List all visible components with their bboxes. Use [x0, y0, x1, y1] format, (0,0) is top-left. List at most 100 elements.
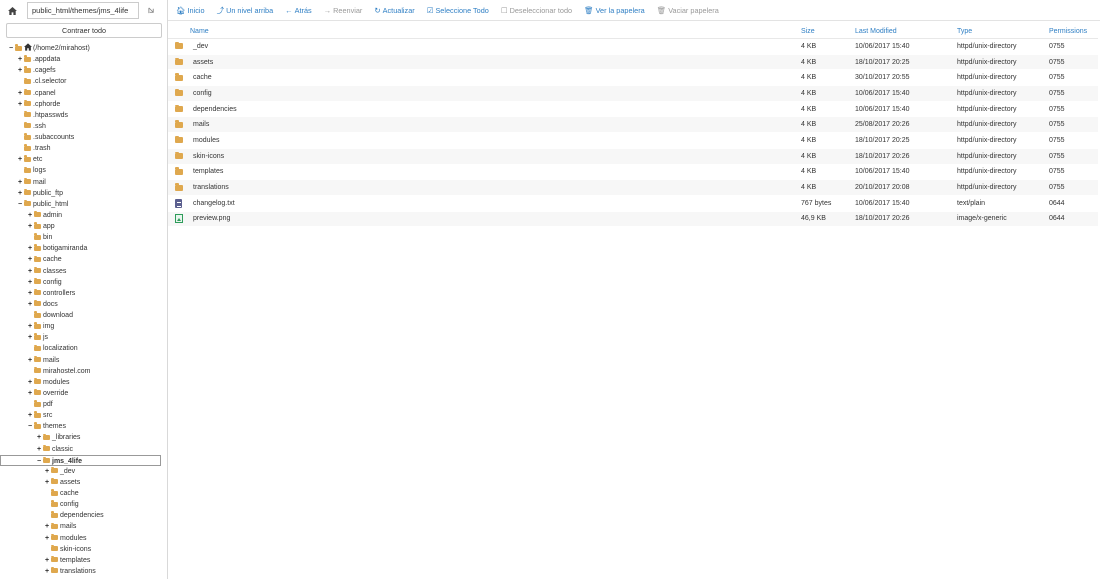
- column-header-type[interactable]: Type: [957, 28, 1049, 35]
- column-header-name[interactable]: Name: [168, 28, 801, 35]
- reload-button[interactable]: ↻ Actualizar: [374, 6, 414, 15]
- column-header-last-modified[interactable]: Last Modified: [855, 28, 957, 35]
- expand-icon[interactable]: +: [17, 188, 23, 199]
- expand-icon[interactable]: +: [27, 210, 33, 221]
- empty-trash-button[interactable]: 🗑︎ Vaciar papelera: [657, 6, 719, 15]
- expand-icon[interactable]: +: [44, 466, 50, 477]
- tree-item[interactable]: .ssh: [0, 121, 168, 132]
- column-header-size[interactable]: Size: [801, 28, 855, 35]
- tree-item[interactable]: cache: [0, 488, 168, 499]
- home-button[interactable]: 🏠︎ Inicio: [176, 6, 205, 15]
- tree-item[interactable]: + admin: [0, 210, 168, 221]
- expand-icon[interactable]: +: [27, 355, 33, 366]
- tree-item[interactable]: + templates: [0, 555, 168, 566]
- table-row[interactable]: preview.png 46,9 KB 18/10/2017 20:26 image/…: [168, 211, 1098, 228]
- tree-item[interactable]: + _dev: [0, 466, 168, 477]
- go-arrow-icon[interactable]: [144, 2, 159, 19]
- tree-item[interactable]: localization: [0, 343, 168, 354]
- expand-icon[interactable]: +: [27, 321, 33, 332]
- table-row[interactable]: modules 4 KB 18/10/2017 20:25 httpd/unix-di…: [168, 133, 1098, 149]
- expand-icon[interactable]: +: [27, 277, 33, 288]
- tree-item[interactable]: + config: [0, 277, 168, 288]
- collapse-icon[interactable]: −: [17, 199, 23, 210]
- collapse-icon[interactable]: −: [8, 43, 14, 54]
- tree-item[interactable]: + app: [0, 221, 168, 232]
- tree-item[interactable]: + src: [0, 410, 168, 421]
- home-icon[interactable]: [4, 2, 21, 19]
- forward-button[interactable]: → Reenviar: [324, 6, 363, 15]
- expand-icon[interactable]: +: [36, 432, 42, 443]
- expand-icon[interactable]: +: [44, 555, 50, 566]
- expand-icon[interactable]: +: [27, 243, 33, 254]
- table-row[interactable]: translations 4 KB 20/10/2017 20:08 httpd/un…: [168, 180, 1098, 196]
- tree-item[interactable]: .trash: [0, 143, 168, 154]
- tree-item[interactable]: + override: [0, 388, 168, 399]
- collapse-icon[interactable]: −: [27, 421, 33, 432]
- tree-item[interactable]: + mails: [0, 355, 168, 366]
- tree-item[interactable]: + mail: [0, 177, 168, 188]
- tree-item[interactable]: + .cphorde: [0, 99, 168, 110]
- expand-icon[interactable]: +: [44, 566, 50, 577]
- expand-icon[interactable]: +: [27, 377, 33, 388]
- tree-item[interactable]: + classic: [0, 444, 168, 455]
- expand-icon[interactable]: +: [27, 332, 33, 343]
- expand-icon[interactable]: +: [27, 388, 33, 399]
- tree-item[interactable]: − jms_4life: [0, 454, 161, 466]
- tree-item[interactable]: + js: [0, 332, 168, 343]
- expand-icon[interactable]: +: [27, 266, 33, 277]
- tree-item[interactable]: logs: [0, 165, 168, 176]
- expand-icon[interactable]: +: [17, 154, 23, 165]
- tree-item[interactable]: mirahostel.com: [0, 366, 168, 377]
- view-trash-button[interactable]: 🗑︎ Ver la papelera: [584, 6, 645, 15]
- expand-icon[interactable]: +: [44, 521, 50, 532]
- tree-item[interactable]: + etc: [0, 154, 168, 165]
- tree-item[interactable]: − (/home2/mirahost): [0, 43, 168, 54]
- tree-item[interactable]: config: [0, 499, 168, 510]
- unselect-all-button[interactable]: ☐ Deseleccionar todo: [501, 6, 572, 15]
- tree-item[interactable]: + modules: [0, 377, 168, 388]
- expand-icon[interactable]: +: [17, 54, 23, 65]
- expand-icon[interactable]: +: [44, 533, 50, 544]
- tree-item[interactable]: + controllers: [0, 288, 168, 299]
- expand-icon[interactable]: +: [27, 410, 33, 421]
- table-row[interactable]: dependencies 4 KB 10/06/2017 15:40 httpd/un…: [168, 102, 1098, 118]
- table-row[interactable]: assets 4 KB 18/10/2017 20:25 httpd/unix-dir…: [168, 54, 1098, 71]
- expand-icon[interactable]: +: [17, 88, 23, 99]
- table-row[interactable]: changelog.txt 767 bytes 10/06/2017 15:40 te…: [168, 196, 1098, 212]
- collapse-all-button[interactable]: Contraer todo: [6, 23, 162, 38]
- expand-icon[interactable]: +: [27, 221, 33, 232]
- tree-item[interactable]: + .appdata: [0, 54, 168, 65]
- tree-item[interactable]: .cl.selector: [0, 76, 168, 87]
- select-all-button[interactable]: ☑ Seleccione Todo: [427, 6, 489, 15]
- expand-icon[interactable]: +: [44, 477, 50, 488]
- tree-item[interactable]: pdf: [0, 399, 168, 410]
- tree-item[interactable]: + cache: [0, 254, 168, 265]
- tree-item[interactable]: bin: [0, 232, 168, 243]
- expand-icon[interactable]: +: [17, 65, 23, 76]
- tree-item[interactable]: + docs: [0, 299, 168, 310]
- tree-item[interactable]: − themes: [0, 421, 168, 432]
- table-row[interactable]: cache 4 KB 30/10/2017 20:55 httpd/unix-dire…: [168, 70, 1098, 87]
- tree-item[interactable]: dependencies: [0, 510, 168, 521]
- expand-icon[interactable]: +: [27, 299, 33, 310]
- expand-icon[interactable]: +: [17, 177, 23, 188]
- expand-icon[interactable]: +: [27, 288, 33, 299]
- tree-item[interactable]: + .cagefs: [0, 65, 168, 76]
- table-row[interactable]: skin-icons 4 KB 18/10/2017 20:26 httpd/unix…: [168, 148, 1098, 165]
- table-row[interactable]: config 4 KB 10/06/2017 15:40 httpd/unix-dir…: [168, 86, 1098, 102]
- tree-item[interactable]: + img: [0, 321, 168, 332]
- table-row[interactable]: templates 4 KB 10/06/2017 15:40 httpd/unix-…: [168, 165, 1098, 181]
- tree-item[interactable]: + mails: [0, 521, 168, 532]
- tree-item[interactable]: − public_html: [0, 199, 168, 210]
- tree-item[interactable]: + modules: [0, 533, 168, 544]
- expand-icon[interactable]: +: [17, 99, 23, 110]
- table-row[interactable]: _dev 4 KB 10/06/2017 15:40 httpd/unix-direc…: [168, 39, 1098, 55]
- tree-item[interactable]: .subaccounts: [0, 132, 168, 143]
- up-one-level-button[interactable]: ⤴ Un nivel arriba: [217, 5, 274, 16]
- table-row[interactable]: mails 4 KB 25/08/2017 20:26 httpd/unix-dire…: [168, 117, 1098, 134]
- tree-item[interactable]: + translations: [0, 566, 168, 577]
- column-header-permissions[interactable]: Permissions: [1049, 28, 1097, 35]
- expand-icon[interactable]: +: [36, 444, 42, 455]
- tree-item[interactable]: + _libraries: [0, 432, 168, 443]
- expand-icon[interactable]: +: [27, 254, 33, 265]
